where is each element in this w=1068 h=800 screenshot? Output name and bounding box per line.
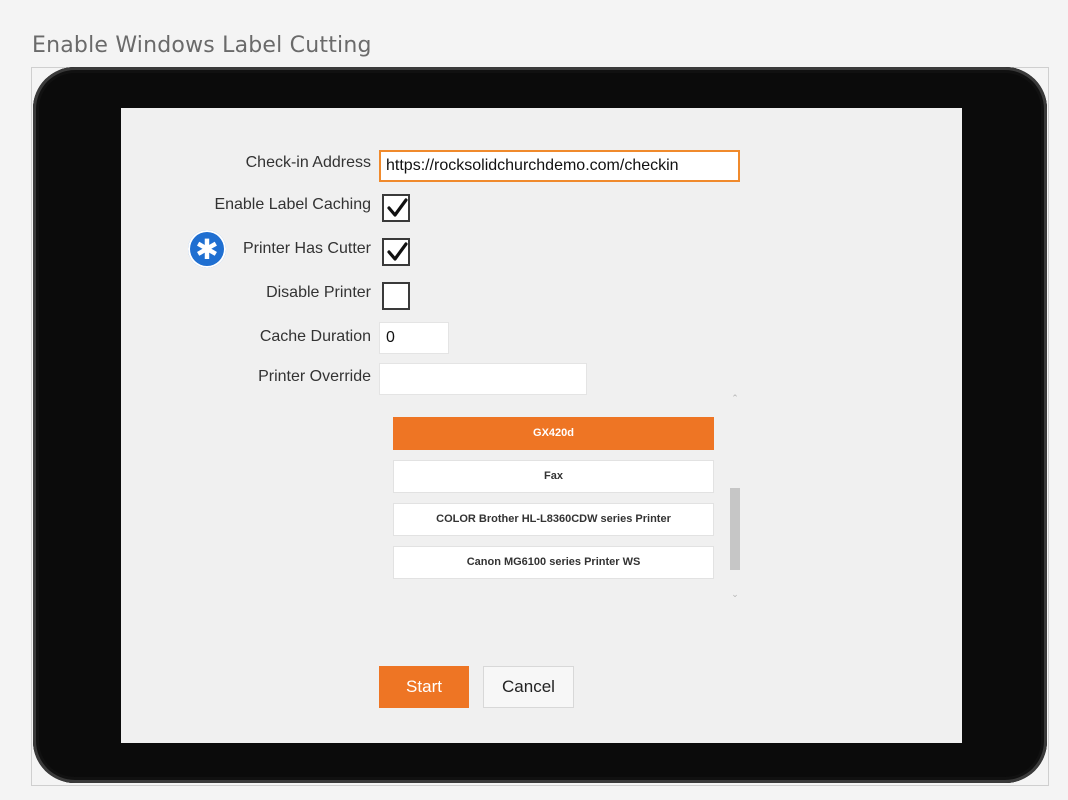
chevron-down-icon[interactable]: ⌄ [730,590,740,600]
cancel-button[interactable]: Cancel [483,666,574,708]
checkmark-icon [387,242,408,261]
chevron-up-icon[interactable]: ⌃ [730,394,740,404]
disable-printer-label: Disable Printer [266,284,371,301]
checkmark-icon [387,198,408,217]
printer-override-label: Printer Override [258,368,371,385]
printer-list-item[interactable]: Fax [393,460,714,493]
printer-has-cutter-checkbox[interactable] [382,238,410,266]
printer-override-input[interactable] [379,363,587,395]
printer-list-item[interactable]: COLOR Brother HL-L8360CDW series Printer [393,503,714,536]
printer-list-item[interactable]: Canon MG6100 series Printer WS [393,546,714,579]
cache-duration-input[interactable] [379,322,449,354]
scrollbar-thumb[interactable] [730,488,740,570]
cache-duration-label: Cache Duration [259,328,371,345]
checkin-address-label: Check-in Address [245,154,371,171]
document-title: Enable Windows Label Cutting [32,33,372,58]
asterisk-badge: ✱ [188,230,226,268]
printer-has-cutter-label: Printer Has Cutter [242,240,371,257]
printer-list-item[interactable]: GX420d [393,417,714,450]
enable-label-caching-checkbox[interactable] [382,194,410,222]
disable-printer-checkbox[interactable] [382,282,410,310]
checkin-address-input[interactable] [379,150,740,182]
asterisk-icon: ✱ [195,233,219,266]
enable-label-caching-label: Enable Label Caching [214,196,371,213]
start-button[interactable]: Start [379,666,469,708]
